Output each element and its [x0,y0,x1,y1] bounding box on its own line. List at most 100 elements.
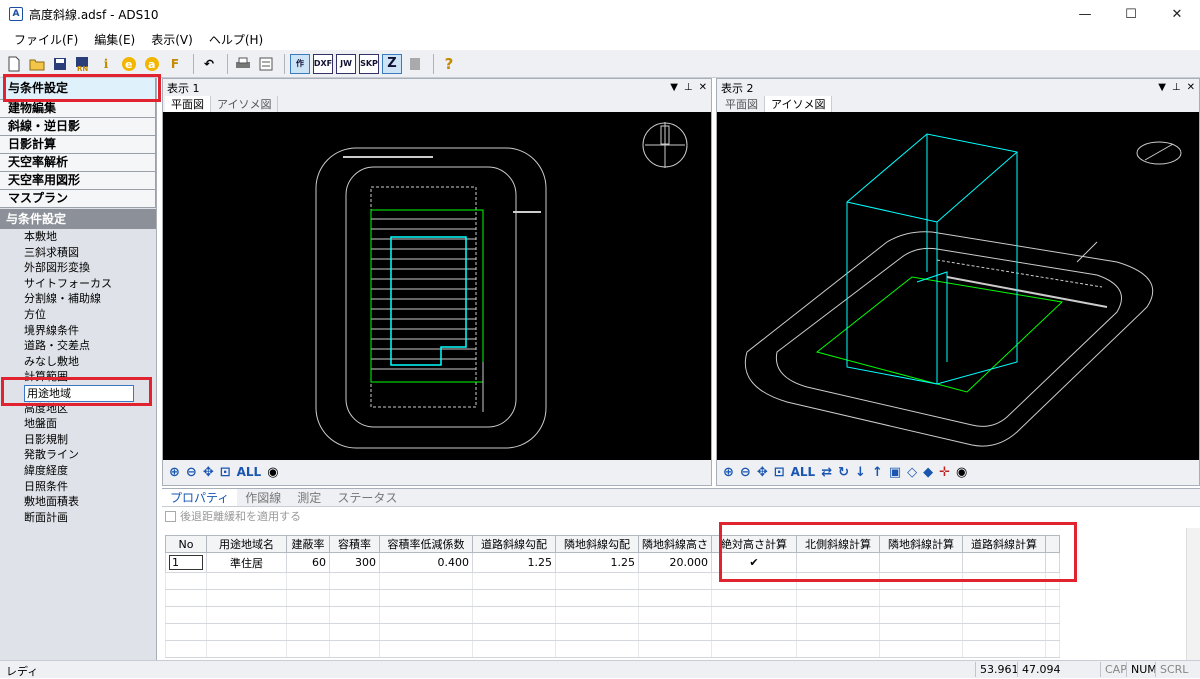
save-rn-icon[interactable]: RN [73,54,93,74]
sidebar-item[interactable]: 敷地面積表 [0,494,156,510]
zoom-in-icon[interactable]: ⊕ [723,465,734,480]
category-sky-analysis[interactable]: 天空率解析 [0,154,156,172]
wireframe-icon[interactable]: ▣ [889,465,901,480]
print-icon[interactable] [233,54,253,74]
cell-floor-ratio[interactable]: 300 [329,552,380,573]
eye-icon[interactable]: ◉ [956,465,967,480]
property-scrollbar[interactable] [1186,528,1200,660]
sidebar-item[interactable]: 用途地域 [0,384,156,402]
undo-icon[interactable]: ↶ [199,54,219,74]
col-adjacent-slope[interactable]: 隣地斜線勾配 [555,535,639,553]
category-mass-plan[interactable]: マスプラン [0,190,156,208]
col-zone-name[interactable]: 用途地域名 [206,535,287,553]
cell-abs-height[interactable]: ✔ [711,552,797,573]
e-icon[interactable]: e [119,54,139,74]
category-slope[interactable]: 斜線・逆日影 [0,118,156,136]
sidebar-item[interactable]: 断面計画 [0,510,156,526]
cell-coverage[interactable]: 60 [286,552,330,573]
pin-icon[interactable]: ⊥ [1172,82,1181,93]
col-adjacent-height[interactable]: 隣地斜線高さ [638,535,712,553]
pan-icon[interactable]: ✥ [203,465,214,480]
axis-icon[interactable]: ✛ [939,465,950,480]
sidebar-item[interactable]: 境界線条件 [0,323,156,339]
col-coverage[interactable]: 建蔽率 [286,535,330,553]
col-abs-height[interactable]: 絶対高さ計算 [711,535,797,553]
iso-canvas[interactable] [717,112,1199,460]
col-north-slope[interactable]: 北側斜線計算 [796,535,880,553]
cell-reduction[interactable]: 0.400 [379,552,473,573]
tab-plan[interactable]: 平面図 [719,96,765,112]
info-icon[interactable]: i [96,54,116,74]
dxf-button[interactable]: DXF [313,53,333,74]
tab-status[interactable]: ステータス [329,489,405,506]
sidebar-item[interactable]: サイトフォーカス [0,276,156,292]
sidebar-item[interactable]: 分割線・補助線 [0,291,156,307]
close-button[interactable]: ✕ [1154,0,1200,28]
col-road-slope[interactable]: 道路斜線勾配 [472,535,556,553]
sidebar-item[interactable]: 方位 [0,307,156,323]
col-road-calc[interactable]: 道路斜線計算 [962,535,1046,553]
z-button[interactable]: Z [382,53,402,74]
save-icon[interactable] [50,54,70,74]
setback-checkbox-row[interactable]: 後退距離緩和を適用する [162,507,1200,525]
hidden-line-icon[interactable]: ◇ [907,465,917,480]
col-no[interactable]: No [165,535,207,553]
cell-adjacent-calc[interactable] [879,552,963,573]
table-row[interactable]: 1 準住居 60 300 0.400 1.25 1.25 20.000 ✔ [165,552,1060,573]
draw-mode-button[interactable]: 作 [290,53,310,74]
menu-edit[interactable]: 編集(E) [86,31,143,48]
tilt-up-icon[interactable]: ↑ [872,465,883,480]
col-reduction[interactable]: 容積率低減係数 [379,535,473,553]
tab-measure[interactable]: 測定 [289,489,329,506]
category-building-edit[interactable]: 建物編集 [0,100,156,118]
sidebar-item[interactable]: 日影規制 [0,432,156,448]
sidebar-item[interactable]: 道路・交差点 [0,338,156,354]
zoom-all-button[interactable]: ALL [237,465,262,479]
pan-icon[interactable]: ✥ [757,465,768,480]
sidebar-item[interactable]: 日照条件 [0,479,156,495]
minimize-button[interactable]: — [1062,0,1108,28]
setback-checkbox[interactable] [165,510,176,522]
category-sky-figures[interactable]: 天空率用図形 [0,172,156,190]
jw-button[interactable]: JW [336,53,356,74]
maximize-button[interactable]: ☐ [1108,0,1154,28]
col-floor-ratio[interactable]: 容積率 [329,535,380,553]
tab-iso[interactable]: アイソメ図 [211,96,279,112]
skp-button[interactable]: SKP [359,53,379,74]
dropdown-icon[interactable]: ▼ [670,82,678,93]
zoom-in-icon[interactable]: ⊕ [169,465,180,480]
cell-adjacent-height[interactable]: 20.000 [638,552,712,573]
book-icon[interactable] [405,54,425,74]
close-icon[interactable]: ✕ [1187,82,1195,93]
cell-no[interactable]: 1 [165,552,207,573]
tab-iso[interactable]: アイソメ図 [765,96,833,112]
settings-icon[interactable] [256,54,276,74]
new-file-icon[interactable] [4,54,24,74]
zoom-out-icon[interactable]: ⊖ [186,465,197,480]
tab-plan[interactable]: 平面図 [165,96,211,112]
sidebar-item[interactable]: みなし敷地 [0,354,156,370]
sidebar-item[interactable]: 緯度経度 [0,463,156,479]
rotate-left-icon[interactable]: ⇄ [821,465,832,480]
cell-road-calc[interactable] [962,552,1046,573]
zoom-window-icon[interactable]: ⊡ [774,465,785,480]
close-icon[interactable]: ✕ [699,82,707,93]
sidebar-item[interactable]: 地盤面 [0,416,156,432]
plan-canvas[interactable] [163,112,711,460]
zoom-all-button[interactable]: ALL [791,465,816,479]
sidebar-item[interactable]: 高度地区 [0,401,156,417]
tilt-down-icon[interactable]: ↓ [855,465,866,480]
a-icon[interactable]: a [142,54,162,74]
f-icon[interactable]: F [165,54,185,74]
cell-zone-name[interactable]: 準住居 [206,552,287,573]
category-conditions[interactable]: 与条件設定 [0,78,156,100]
sidebar-item[interactable]: 計算範囲 [0,369,156,385]
sidebar-item[interactable]: 本敷地 [0,229,156,245]
cell-north-slope[interactable] [796,552,880,573]
sidebar-item[interactable]: 三斜求積図 [0,245,156,261]
dropdown-icon[interactable]: ▼ [1158,82,1166,93]
menu-view[interactable]: 表示(V) [143,31,201,48]
category-shadow[interactable]: 日影計算 [0,136,156,154]
sidebar-item[interactable]: 発散ライン [0,447,156,463]
zoom-out-icon[interactable]: ⊖ [740,465,751,480]
